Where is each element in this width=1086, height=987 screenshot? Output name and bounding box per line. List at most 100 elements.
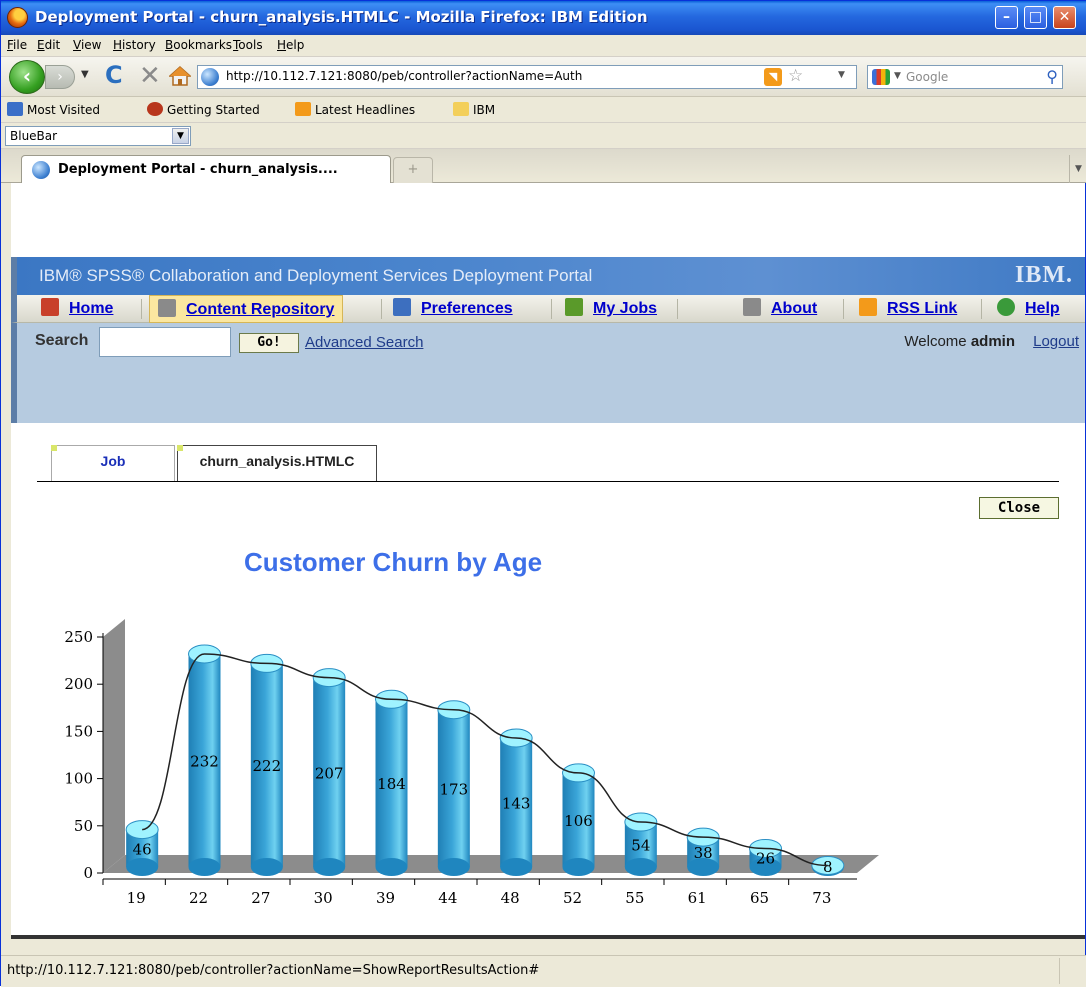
trend-line [142,653,828,867]
nav-my-jobs[interactable]: My Jobs [565,295,657,323]
most-visited-icon [7,102,23,116]
tab-strip: Deployment Portal - churn_analysis.... +… [1,149,1086,183]
x-tick-label: 30 [314,889,333,907]
data-label: 184 [377,775,406,793]
bluebar-select[interactable]: BlueBar ▼ [5,126,191,146]
y-tick-label: 200 [64,675,93,693]
menu-edit[interactable]: Edit [37,38,60,52]
search-label: Search [35,332,89,349]
search-placeholder: Google [906,70,949,84]
menu-bookmarks[interactable]: Bookmarks [165,38,232,52]
nav-help[interactable]: Help [997,295,1060,323]
x-tick-label: 61 [688,889,707,907]
menu-bar: File Edit View History Bookmarks Tools H… [1,35,1086,57]
search-input[interactable]: ▼ Google ⚲ [867,65,1063,89]
advanced-search-link[interactable]: Advanced Search [305,334,423,351]
nav-content-repository[interactable]: Content Repository [149,295,344,323]
bar-base [500,858,533,876]
x-tick-label: 22 [189,889,208,907]
bookmark-most-visited[interactable]: Most Visited [7,102,100,117]
data-label: 26 [756,850,775,868]
menu-history[interactable]: History [113,38,156,52]
bar-base [250,858,283,876]
bar-base [313,858,346,876]
y-tick-label: 250 [64,628,93,646]
firefox-icon [147,102,163,116]
bar-base [562,858,595,876]
bluebar-toolbar: BlueBar ▼ [1,123,1086,149]
bookmark-getting-started[interactable]: Getting Started [147,102,260,117]
data-label: 46 [133,840,152,858]
url-dropdown-icon[interactable]: ▼ [838,70,845,80]
nav-divider [381,299,382,319]
data-label: 232 [190,752,219,770]
resize-grip-icon[interactable] [1059,958,1085,984]
tab-churn-analysis[interactable]: churn_analysis.HTMLC [177,445,377,482]
forward-icon[interactable]: › [45,65,75,89]
x-tick-label: 27 [251,889,270,907]
nav-preferences[interactable]: Preferences [393,295,513,323]
bookmarks-toolbar: Most Visited Getting Started Latest Head… [1,97,1086,123]
home-icon [41,298,59,316]
bookmark-latest-headlines[interactable]: Latest Headlines [295,102,415,117]
portal-search-bar: Search Go! Advanced Search Welcome admin… [11,323,1085,423]
menu-view[interactable]: View [73,38,101,52]
browser-tab[interactable]: Deployment Portal - churn_analysis.... [21,155,391,183]
status-text: http://10.112.7.121:8080/peb/controller?… [7,963,540,978]
reload-icon[interactable]: C [105,61,123,89]
nav-rss-link[interactable]: RSS Link [859,295,957,323]
chevron-down-icon[interactable]: ▼ [172,128,189,144]
help-icon [997,298,1015,316]
new-tab-button[interactable]: + [393,157,433,183]
rss-icon[interactable]: ◥ [764,68,782,86]
tab-job[interactable]: Job [51,445,175,481]
bar-base [437,858,470,876]
folder-icon [453,102,469,116]
site-identity-icon[interactable] [201,68,219,86]
churn-chart: 0501001502002504619232222222720730184391… [64,619,879,907]
y-tick-label: 0 [83,864,93,882]
x-tick-label: 39 [376,889,395,907]
go-button[interactable]: Go! [239,333,299,353]
repository-icon [158,299,176,317]
menu-help[interactable]: Help [277,38,304,52]
content-bottom-border [11,935,1085,939]
y-tick-label: 150 [64,722,93,740]
portal-search-input[interactable] [99,327,231,357]
stop-icon[interactable]: ✕ [139,61,161,91]
nav-divider [677,299,678,319]
document-icon [743,298,761,316]
navigation-toolbar: ‹ › ▼ C ✕ http://10.112.7.121:8080/peb/c… [1,57,1086,97]
back-icon[interactable]: ‹ [9,60,45,94]
nav-about[interactable]: About [743,295,817,323]
url-text[interactable]: http://10.112.7.121:8080/peb/controller?… [226,69,582,83]
firefox-icon [7,7,28,28]
maximize-button[interactable]: □ [1024,6,1047,29]
portal-title: IBM® SPSS® Collaboration and Deployment … [39,266,593,285]
x-tick-label: 48 [501,889,520,907]
y-tick-label: 100 [64,770,93,788]
address-bar[interactable]: http://10.112.7.121:8080/peb/controller?… [197,65,857,89]
minimize-button[interactable]: – [995,6,1018,29]
bookmark-ibm[interactable]: IBM [453,102,495,117]
x-tick-label: 55 [625,889,644,907]
data-label: 38 [694,844,713,862]
search-engine-icon[interactable] [872,69,890,85]
x-tick-label: 44 [438,889,457,907]
chart-back-wall [103,619,125,873]
menu-tools[interactable]: Tools [233,38,263,52]
menu-file[interactable]: File [7,38,27,52]
history-dropdown-icon[interactable]: ▼ [81,69,89,80]
close-report-button[interactable]: Close [979,497,1059,519]
star-icon[interactable]: ☆ [788,66,803,86]
tab-list-icon[interactable]: ▼ [1069,155,1086,183]
search-icon[interactable]: ⚲ [1046,67,1058,86]
data-label: 54 [631,837,650,855]
logout-link[interactable]: Logout [1033,333,1079,350]
data-label: 173 [440,780,469,798]
close-window-button[interactable]: ✕ [1053,6,1076,29]
nav-home[interactable]: Home [41,295,113,323]
search-engine-dropdown-icon[interactable]: ▼ [894,71,901,81]
home-icon[interactable] [169,65,191,87]
x-tick-label: 73 [812,889,831,907]
